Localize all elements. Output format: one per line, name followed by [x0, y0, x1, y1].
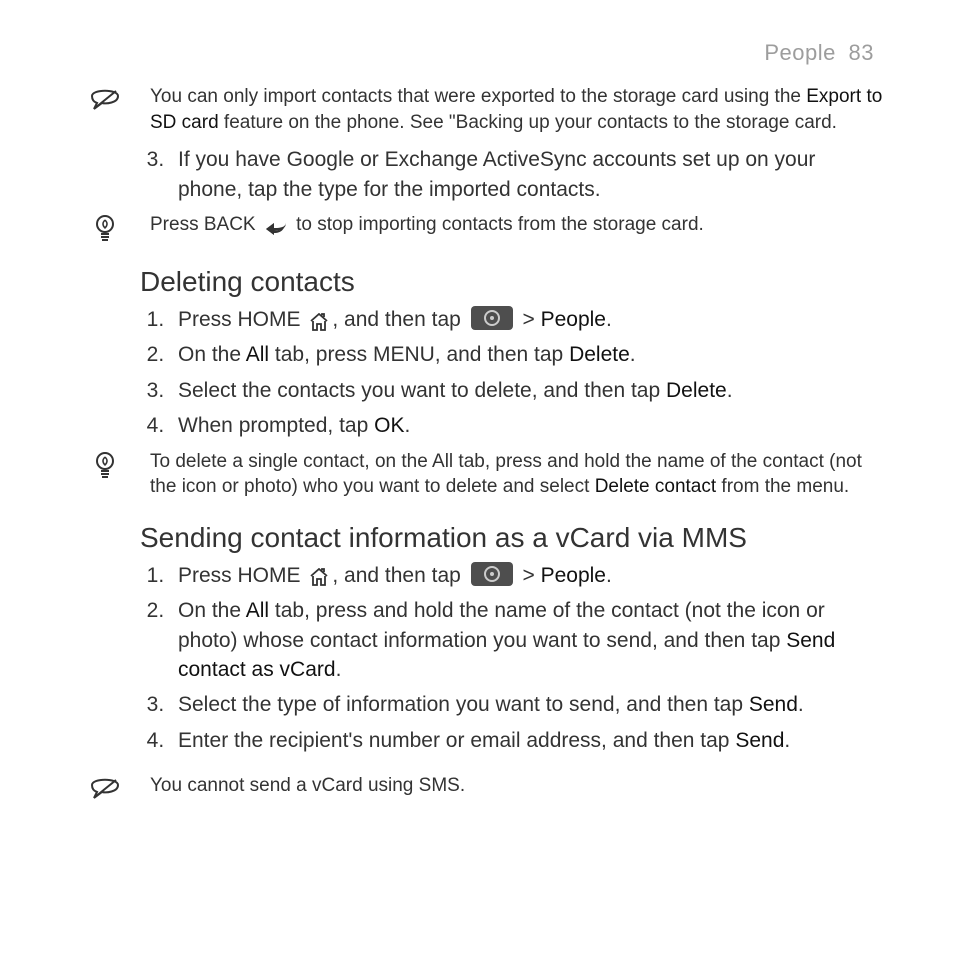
home-icon	[309, 310, 329, 328]
deleting-step-2: On the All tab, press MENU, and then tap…	[170, 340, 884, 369]
page-header: People 83	[140, 40, 884, 66]
header-section: People	[764, 40, 836, 65]
deleting-step-1: Press HOME , and then tap > People.	[170, 302, 884, 334]
heading-sending-vcard: Sending contact information as a vCard v…	[140, 522, 884, 554]
header-page-number: 83	[849, 40, 874, 65]
home-icon	[309, 565, 329, 583]
note-import-restriction: You can only import contacts that were e…	[140, 84, 884, 135]
apps-icon	[471, 562, 513, 586]
tip-back-stop-import: Press BACK to stop importing contacts fr…	[140, 212, 884, 244]
sending-step-4: Enter the recipient's number or email ad…	[170, 726, 884, 755]
manual-page: People 83 You can only import contacts t…	[0, 0, 954, 851]
tip-delete-single: To delete a single contact, on the All t…	[140, 449, 884, 500]
apps-icon	[471, 306, 513, 330]
deleting-step-3: Select the contacts you want to delete, …	[170, 376, 884, 405]
sending-step-3: Select the type of information you want …	[170, 690, 884, 719]
deleting-step-4: When prompted, tap OK.	[170, 411, 884, 440]
lightbulb-icon	[70, 212, 140, 244]
import-step-3: If you have Google or Exchange ActiveSyn…	[170, 145, 884, 204]
sending-step-2: On the All tab, press and hold the name …	[170, 596, 884, 684]
import-steps-continued: If you have Google or Exchange ActiveSyn…	[140, 145, 884, 204]
note-no-sms-vcard: You cannot send a vCard using SMS.	[140, 773, 884, 801]
tip-text: To delete a single contact, on the All t…	[140, 449, 884, 500]
back-icon	[264, 219, 288, 235]
note-text: You can only import contacts that were e…	[140, 84, 884, 135]
sending-steps: Press HOME , and then tap > People. On t…	[140, 558, 884, 755]
note-icon	[70, 84, 140, 112]
sending-step-1: Press HOME , and then tap > People.	[170, 558, 884, 590]
deleting-steps: Press HOME , and then tap > People. On t…	[140, 302, 884, 441]
heading-deleting-contacts: Deleting contacts	[140, 266, 884, 298]
tip-text: Press BACK to stop importing contacts fr…	[140, 212, 704, 238]
lightbulb-icon	[70, 449, 140, 481]
note-icon	[70, 773, 140, 801]
note-text: You cannot send a vCard using SMS.	[140, 773, 465, 799]
